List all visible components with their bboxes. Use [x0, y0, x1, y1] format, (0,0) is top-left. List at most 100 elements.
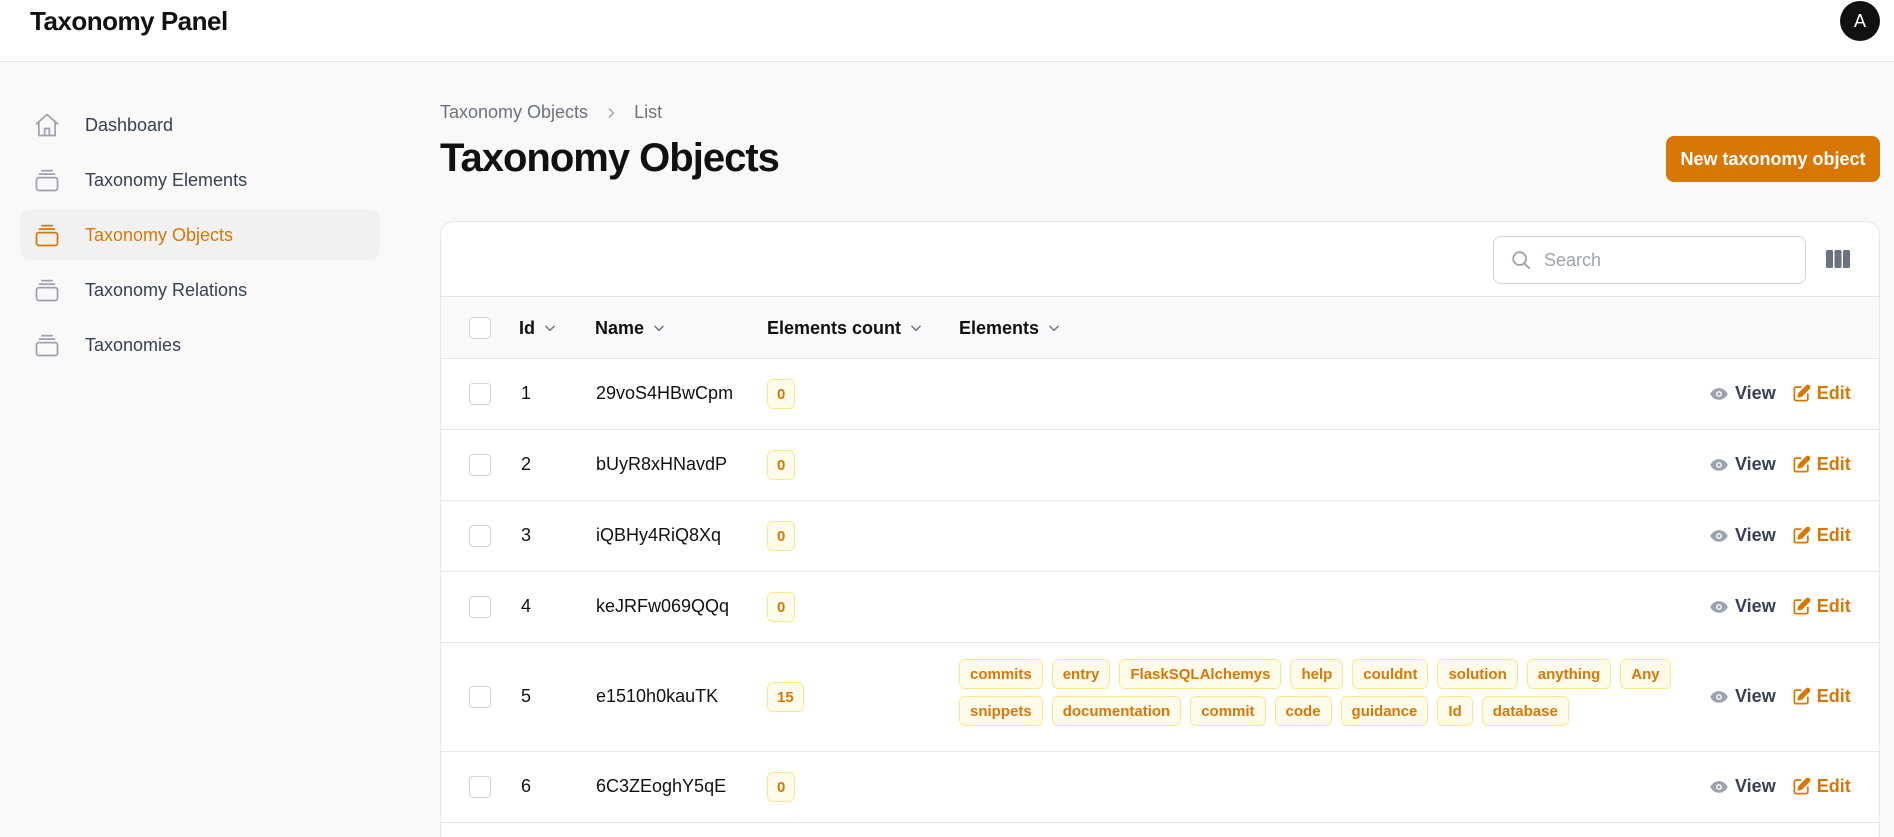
element-tag: commits	[959, 659, 1043, 689]
edit-label: Edit	[1816, 686, 1851, 706]
chevron-down-icon	[652, 321, 666, 335]
table-row[interactable]: 4 keJRFw069QQq 0 View Edit	[441, 572, 1879, 643]
search-box[interactable]	[1493, 236, 1806, 284]
top-bar: Taxonomy Panel A	[0, 0, 1894, 62]
new-taxonomy-object-button[interactable]: New taxonomy object	[1666, 136, 1880, 182]
row-id: 5	[521, 686, 532, 706]
table-row[interactable]: 2 bUyR8xHNavdP 0 View Edit	[441, 430, 1879, 501]
row-id: 2	[521, 454, 532, 474]
view-label: View	[1735, 454, 1776, 474]
row-name: keJRFw069QQq	[596, 596, 730, 616]
search-input[interactable]	[1544, 249, 1784, 271]
collection-icon	[32, 220, 62, 250]
element-tag: Any	[1620, 659, 1671, 689]
sidebar-item-label: Taxonomy Elements	[85, 169, 248, 190]
edit-icon	[1792, 597, 1811, 616]
sidebar-item-taxonomy-elements[interactable]: Taxonomy Elements	[20, 155, 380, 205]
element-tag: couldnt	[1352, 659, 1429, 689]
edit-link[interactable]: Edit	[1792, 776, 1851, 797]
chevron-down-icon	[909, 321, 923, 335]
view-link[interactable]: View	[1709, 776, 1776, 797]
column-header-label: Elements count	[767, 317, 902, 338]
edit-icon	[1792, 455, 1811, 474]
row-id: 3	[521, 525, 532, 545]
collection-icon	[32, 275, 62, 305]
edit-link[interactable]: Edit	[1792, 525, 1851, 546]
row-name: e1510h0kauTK	[596, 686, 719, 706]
edit-link[interactable]: Edit	[1792, 454, 1851, 475]
toggle-columns-icon[interactable]	[1825, 248, 1851, 270]
element-tag: guidance	[1340, 696, 1429, 726]
row-id: 4	[521, 596, 532, 616]
breadcrumb-current: List	[634, 102, 663, 122]
column-header-id[interactable]: Id	[519, 297, 557, 359]
home-icon	[32, 110, 62, 140]
row-checkbox[interactable]	[469, 686, 491, 708]
row-checkbox[interactable]	[469, 776, 491, 798]
sidebar-item-taxonomy-relations[interactable]: Taxonomy Relations	[20, 265, 380, 315]
sidebar-item-label: Taxonomies	[85, 334, 182, 355]
view-link[interactable]: View	[1709, 383, 1776, 404]
edit-link[interactable]: Edit	[1792, 596, 1851, 617]
row-actions: View Edit	[1709, 525, 1851, 546]
view-link[interactable]: View	[1709, 525, 1776, 546]
element-tag: help	[1290, 659, 1344, 689]
row-name: 6C3ZEoghY5qE	[596, 776, 727, 796]
table-row[interactable]: 1 29voS4HBwCpm 0 View Edit	[441, 359, 1879, 430]
element-tag: solution	[1437, 659, 1518, 689]
eye-icon	[1709, 526, 1729, 546]
column-header-elements[interactable]: Elements	[959, 297, 1061, 359]
row-checkbox[interactable]	[469, 454, 491, 476]
column-header-name[interactable]: Name	[595, 297, 666, 359]
sidebar-item-taxonomy-objects[interactable]: Taxonomy Objects	[20, 210, 380, 260]
view-link[interactable]: View	[1709, 454, 1776, 475]
row-checkbox[interactable]	[469, 525, 491, 547]
elements-count-badge: 15	[767, 682, 804, 712]
view-link[interactable]: View	[1709, 596, 1776, 617]
element-tag: commit	[1190, 696, 1266, 726]
element-tag: anything	[1526, 659, 1612, 689]
sidebar-item-label: Taxonomy Relations	[85, 279, 248, 300]
row-checkbox[interactable]	[469, 383, 491, 405]
row-id: 6	[521, 776, 532, 796]
edit-icon	[1792, 777, 1811, 796]
view-label: View	[1735, 525, 1776, 545]
chevron-right-icon	[604, 106, 618, 120]
sidebar-item-dashboard[interactable]: Dashboard	[20, 100, 380, 150]
user-avatar[interactable]: A	[1840, 1, 1880, 41]
edit-label: Edit	[1816, 596, 1851, 616]
view-label: View	[1735, 383, 1776, 403]
element-tags: commits entry FlaskSQLAlchemys help coul…	[959, 659, 1679, 726]
page-title: Taxonomy Objects	[440, 136, 780, 180]
table-row[interactable]: 5 e1510h0kauTK 15 commits entry FlaskSQL…	[441, 643, 1879, 752]
row-name: bUyR8xHNavdP	[596, 454, 728, 474]
column-header-elements-count[interactable]: Elements count	[767, 297, 923, 359]
eye-icon	[1709, 687, 1729, 707]
sidebar-item-label: Dashboard	[85, 114, 174, 135]
table-row[interactable]: 6 6C3ZEoghY5qE 0 View Edit	[441, 752, 1879, 823]
element-tag: documentation	[1051, 696, 1182, 726]
select-all-checkbox[interactable]	[469, 317, 491, 339]
sidebar: Dashboard Taxonomy Elements Taxonomy Obj…	[20, 100, 380, 375]
edit-label: Edit	[1816, 776, 1851, 796]
view-label: View	[1735, 776, 1776, 796]
view-link[interactable]: View	[1709, 686, 1776, 707]
edit-label: Edit	[1816, 525, 1851, 545]
edit-link[interactable]: Edit	[1792, 383, 1851, 404]
view-label: View	[1735, 596, 1776, 616]
column-header-label: Id	[519, 317, 535, 338]
column-header-label: Elements	[959, 317, 1040, 338]
brand-title[interactable]: Taxonomy Panel	[30, 6, 228, 37]
breadcrumb-parent-link[interactable]: Taxonomy Objects	[440, 102, 588, 123]
sidebar-item-taxonomies[interactable]: Taxonomies	[20, 320, 380, 370]
row-id: 1	[521, 383, 532, 403]
collection-icon	[32, 165, 62, 195]
chevron-down-icon	[543, 321, 557, 335]
table-row[interactable]: 3 iQBHy4RiQ8Xq 0 View Edit	[441, 501, 1879, 572]
edit-link[interactable]: Edit	[1792, 686, 1851, 707]
row-actions: View Edit	[1709, 596, 1851, 617]
eye-icon	[1709, 597, 1729, 617]
row-checkbox[interactable]	[469, 596, 491, 618]
eye-icon	[1709, 455, 1729, 475]
collection-icon	[32, 330, 62, 360]
